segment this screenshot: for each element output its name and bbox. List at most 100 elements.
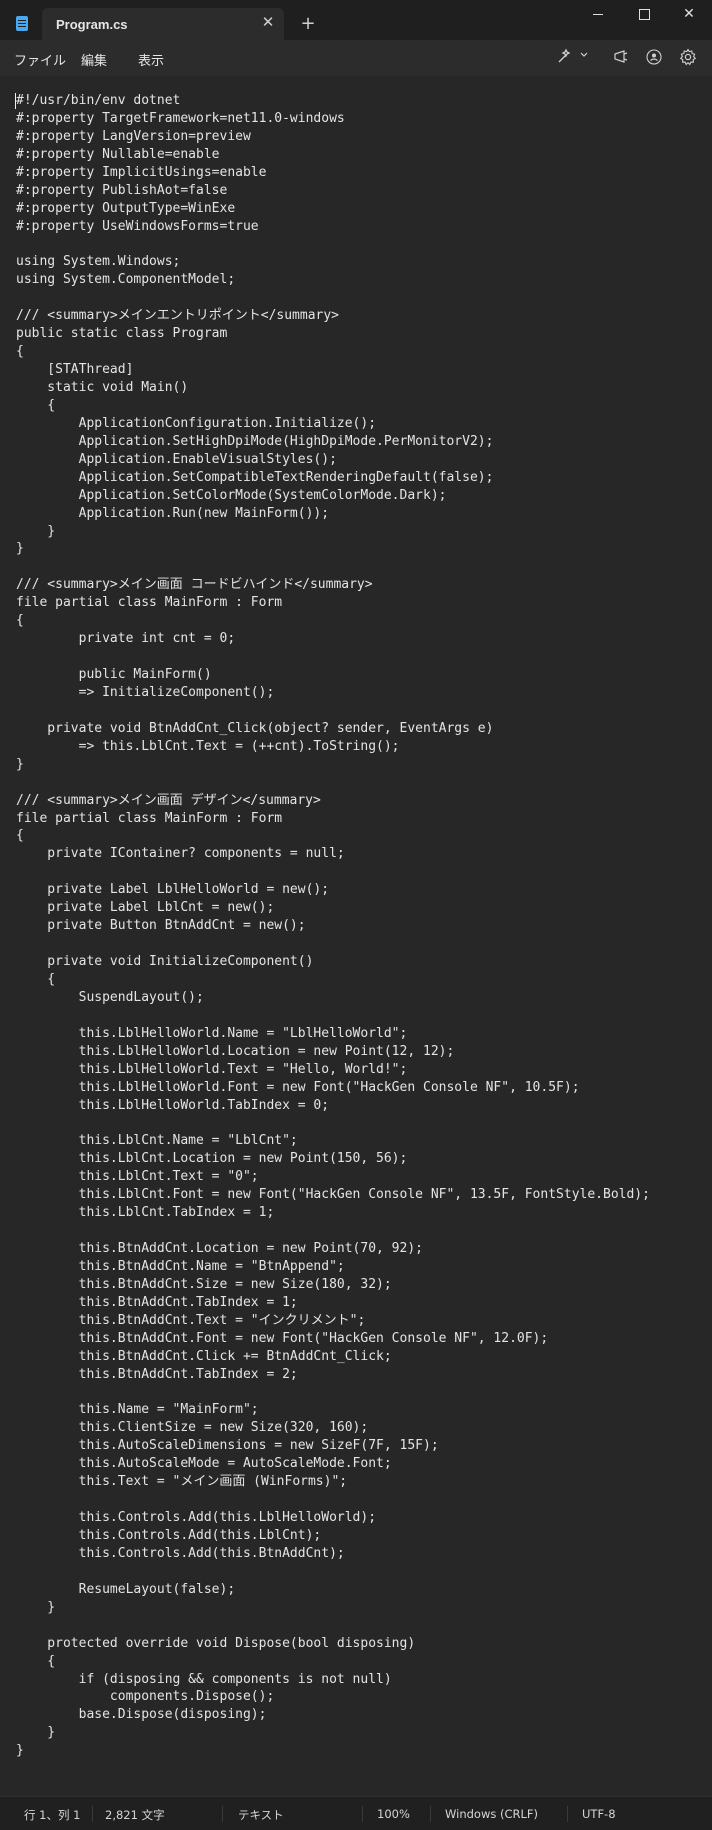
settings-icon[interactable] <box>678 48 698 68</box>
status-encoding[interactable]: UTF-8 <box>582 1807 616 1821</box>
menu-edit[interactable]: 編集 <box>81 50 107 69</box>
code-line: using System.Windows; <box>16 254 181 270</box>
status-text-mode[interactable]: テキスト <box>238 1807 284 1823</box>
notepad-app-icon <box>16 16 28 31</box>
code-line: this.LblHelloWorld.TabIndex = 0; <box>16 1097 330 1113</box>
status-bar: 行 1、列 1 2,821 文字 テキスト 100% Windows (CRLF… <box>0 1796 712 1830</box>
code-line: this.ClientSize = new Size(320, 160); <box>16 1420 369 1436</box>
status-line-ending[interactable]: Windows (CRLF) <box>445 1807 538 1821</box>
status-divider <box>222 1806 223 1822</box>
code-line: [STAThread] <box>16 362 134 378</box>
code-line: this.Text = "メイン画面 (WinForms)"; <box>16 1474 348 1490</box>
code-line: => InitializeComponent(); <box>16 684 275 700</box>
code-line: { <box>16 828 24 844</box>
new-tab-button[interactable]: + <box>300 15 316 33</box>
code-line: this.Controls.Add(this.BtnAddCnt); <box>16 1545 345 1561</box>
code-line: this.LblHelloWorld.Name = "LblHelloWorld… <box>16 1025 408 1041</box>
code-line: => this.LblCnt.Text = (++cnt).ToString()… <box>16 738 400 754</box>
code-line: this.BtnAddCnt.Name = "BtnAppend"; <box>16 1258 345 1274</box>
code-line: Application.SetCompatibleTextRenderingDe… <box>16 469 494 485</box>
menu-file[interactable]: ファイル <box>14 50 66 69</box>
code-line: if (disposing && components is not null) <box>16 1671 392 1687</box>
tab-title: Program.cs <box>56 17 128 32</box>
code-line: } <box>16 1725 56 1741</box>
chevron-down-icon[interactable] <box>574 48 594 68</box>
code-line: } <box>16 1599 56 1615</box>
code-line: this.BtnAddCnt.TabIndex = 1; <box>16 1294 298 1310</box>
code-line: this.Controls.Add(this.LblHelloWorld); <box>16 1510 377 1526</box>
code-line: ResumeLayout(false); <box>16 1581 236 1597</box>
code-line: base.Dispose(disposing); <box>16 1707 267 1723</box>
code-line: this.LblCnt.Name = "LblCnt"; <box>16 1133 298 1149</box>
code-line: components.Dispose(); <box>16 1689 275 1705</box>
close-tab-icon[interactable]: ✕ <box>260 14 276 30</box>
code-line: private void BtnAddCnt_Click(object? sen… <box>16 720 494 736</box>
code-line: private Button BtnAddCnt = new(); <box>16 918 306 934</box>
maximize-button[interactable] <box>621 0 667 32</box>
code-line: private IContainer? components = null; <box>16 846 345 862</box>
account-icon[interactable] <box>644 48 664 68</box>
minimize-button[interactable] <box>575 0 621 32</box>
menu-bar: ファイル 編集 表示 <box>0 40 712 76</box>
code-line: Application.SetHighDpiMode(HighDpiMode.P… <box>16 433 494 449</box>
tab-program-cs[interactable]: Program.cs ✕ <box>42 8 284 40</box>
code-line: #:property PublishAot=false <box>16 182 228 198</box>
code-line: #:property ImplicitUsings=enable <box>16 164 267 180</box>
code-line: { <box>16 1653 56 1669</box>
code-line: this.AutoScaleDimensions = new SizeF(7F,… <box>16 1438 439 1454</box>
code-line: private int cnt = 0; <box>16 631 236 647</box>
code-line: Application.Run(new MainForm()); <box>16 505 330 521</box>
code-line: this.LblHelloWorld.Font = new Font("Hack… <box>16 1079 580 1095</box>
code-line: Application.SetColorMode(SystemColorMode… <box>16 487 447 503</box>
code-line: this.LblCnt.Font = new Font("HackGen Con… <box>16 1187 650 1203</box>
code-line: static void Main() <box>16 380 189 395</box>
code-line: { <box>16 397 56 413</box>
code-line: } <box>16 541 24 557</box>
code-line: ApplicationConfiguration.Initialize(); <box>16 415 377 431</box>
code-line: this.AutoScaleMode = AutoScaleMode.Font; <box>16 1456 392 1472</box>
editor-content[interactable]: #!/usr/bin/env dotnet #:property TargetFr… <box>16 92 650 1760</box>
text-editor[interactable]: #!/usr/bin/env dotnet #:property TargetFr… <box>0 76 712 1796</box>
code-line: #!/usr/bin/env dotnet <box>16 93 181 108</box>
code-line: /// <summary>メイン画面 デザイン</summary> <box>16 792 321 808</box>
code-line: #:property Nullable=enable <box>16 146 220 162</box>
close-window-button[interactable]: ✕ <box>666 0 712 32</box>
code-line: Application.EnableVisualStyles(); <box>16 451 337 467</box>
code-line: /// <summary>メインエントリポイント</summary> <box>16 308 340 324</box>
copilot-icon[interactable] <box>554 48 574 68</box>
maximize-icon <box>639 9 650 20</box>
code-line: { <box>16 971 56 987</box>
code-line: this.LblHelloWorld.Text = "Hello, World!… <box>16 1061 408 1077</box>
code-line: this.BtnAddCnt.Size = new Size(180, 32); <box>16 1276 392 1292</box>
code-line: this.Controls.Add(this.LblCnt); <box>16 1528 322 1543</box>
code-line: this.LblCnt.Location = new Point(150, 56… <box>16 1151 408 1167</box>
title-bar[interactable]: Program.cs ✕ + ✕ <box>0 0 712 40</box>
share-icon[interactable] <box>611 48 631 68</box>
code-line: #:property TargetFramework=net11.0-windo… <box>16 110 345 126</box>
status-divider <box>362 1806 363 1822</box>
code-line: this.LblCnt.Text = "0"; <box>16 1169 259 1185</box>
code-line: this.LblCnt.TabIndex = 1; <box>16 1205 275 1221</box>
minimize-icon <box>593 14 603 15</box>
code-line: this.BtnAddCnt.TabIndex = 2; <box>16 1366 298 1382</box>
code-line: { <box>16 613 24 629</box>
status-char-count: 2,821 文字 <box>105 1808 165 1822</box>
code-line: private Label LblCnt = new(); <box>16 900 275 916</box>
code-line: private void InitializeComponent() <box>16 954 314 969</box>
menu-view[interactable]: 表示 <box>138 50 164 69</box>
code-line: this.LblHelloWorld.Location = new Point(… <box>16 1043 455 1059</box>
code-line: public MainForm() <box>16 667 212 682</box>
status-zoom[interactable]: 100% <box>377 1807 410 1821</box>
code-line: file partial class MainForm : Form <box>16 810 283 826</box>
